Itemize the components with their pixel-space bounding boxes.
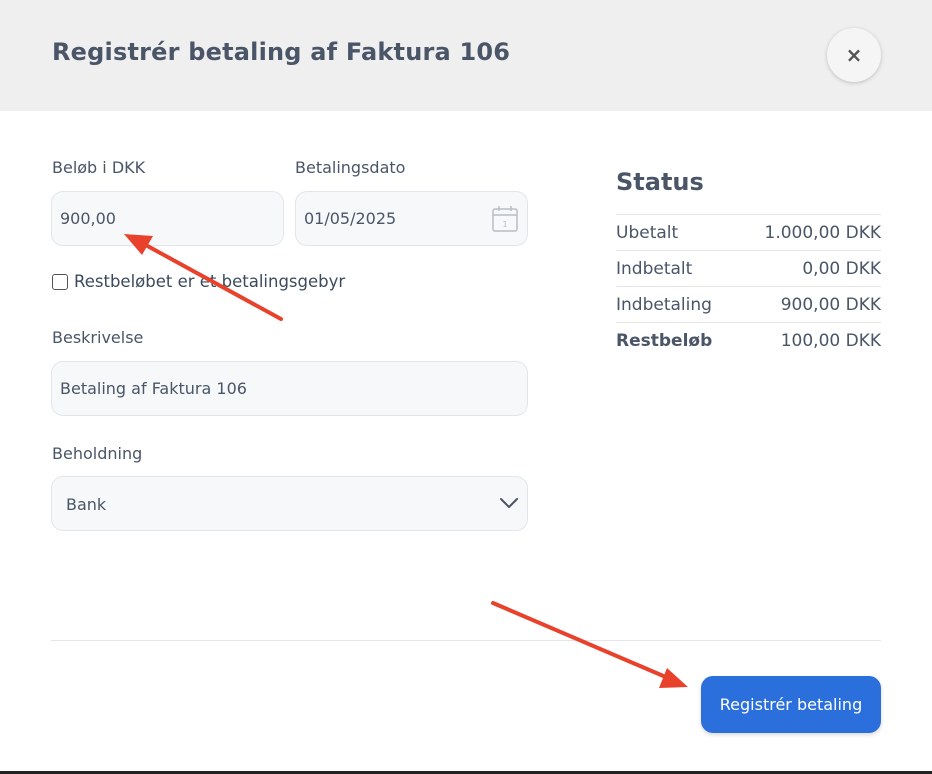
description-input[interactable]	[60, 379, 519, 398]
description-label: Beskrivelse	[52, 328, 144, 347]
description-field-wrapper	[51, 361, 528, 416]
status-row-value: 100,00 DKK	[780, 330, 881, 351]
arrow-annotation-icon	[491, 601, 688, 688]
status-row-unpaid: Ubetalt 1.000,00 DKK	[616, 214, 881, 250]
close-button[interactable]: ×	[827, 28, 881, 82]
footer-divider	[51, 640, 881, 641]
calendar-icon[interactable]: 1	[491, 205, 519, 233]
date-input[interactable]	[304, 209, 519, 228]
close-icon: ×	[845, 43, 863, 67]
date-field-wrapper: 1	[295, 191, 528, 246]
holding-select[interactable]: Bank	[51, 476, 528, 531]
calendar-day-text: 1	[502, 220, 507, 229]
status-row-paid: Indbetalt 0,00 DKK	[616, 250, 881, 286]
amount-field-wrapper	[51, 191, 284, 246]
modal-title: Registrér betaling af Faktura 106	[52, 38, 511, 66]
status-row-value: 0,00 DKK	[802, 258, 881, 279]
date-label: Betalingsdato	[295, 158, 406, 177]
status-table: Ubetalt 1.000,00 DKK Indbetalt 0,00 DKK …	[616, 214, 881, 358]
status-row-payment: Indbetaling 900,00 DKK	[616, 286, 881, 322]
status-title: Status	[616, 168, 704, 196]
status-row-value: 900,00 DKK	[780, 294, 881, 315]
fee-checkbox-label: Restbeløbet er et betalingsgebyr	[74, 272, 346, 291]
modal-header: Registrér betaling af Faktura 106 ×	[0, 0, 932, 111]
register-payment-button[interactable]: Registrér betaling	[701, 676, 881, 733]
status-row-label: Restbeløb	[616, 330, 713, 351]
status-row-label: Ubetalt	[616, 222, 679, 243]
amount-input[interactable]	[60, 209, 275, 228]
chevron-down-icon	[500, 498, 518, 508]
holding-select-value: Bank	[66, 495, 107, 514]
status-row-remaining: Restbeløb 100,00 DKK	[616, 322, 881, 358]
status-row-label: Indbetaling	[616, 294, 712, 315]
status-row-label: Indbetalt	[616, 258, 693, 279]
holding-label: Beholdning	[52, 444, 143, 463]
status-row-value: 1.000,00 DKK	[764, 222, 882, 243]
fee-checkbox-row[interactable]: Restbeløbet er et betalingsgebyr	[52, 272, 345, 291]
amount-label: Beløb i DKK	[52, 158, 146, 177]
fee-checkbox[interactable]	[52, 273, 68, 290]
